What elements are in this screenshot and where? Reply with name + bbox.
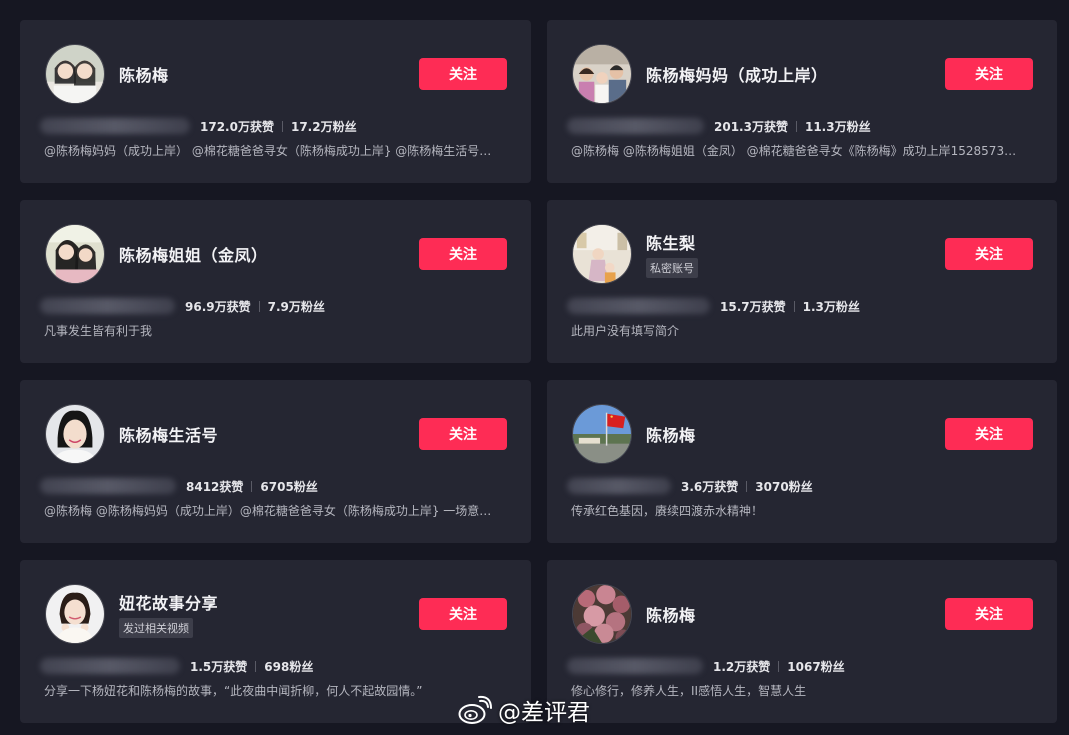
divider <box>258 300 260 312</box>
user-stats: 96.9万获赞 7.9万粉丝 <box>40 296 325 316</box>
follow-button[interactable]: 关注 <box>945 598 1033 630</box>
user-bio: 修心修行，修养人生，II感悟人生，智慧人生 <box>571 684 807 698</box>
user-bio: 分享一下杨妞花和陈杨梅的故事，“此夜曲中闻折柳，何人不起故园情。” <box>44 684 423 698</box>
user-stats: 201.3万获赞 11.3万粉丝 <box>567 116 871 136</box>
weibo-logo-icon <box>458 695 492 724</box>
blurred-user-id <box>40 298 175 314</box>
fans-count: 17.2万粉丝 <box>290 119 357 134</box>
follow-button[interactable]: 关注 <box>945 58 1033 90</box>
user-stats: 15.7万获赞 1.3万粉丝 <box>567 296 860 316</box>
user-card[interactable]: 陈杨梅生活号 关注 8412获赞 6705粉丝 @陈杨梅 @陈杨梅妈妈（成功上岸… <box>20 380 531 543</box>
user-name[interactable]: 陈杨梅 <box>646 422 696 446</box>
user-bio: 此用户没有填写简介 <box>571 324 680 338</box>
follow-button[interactable]: 关注 <box>419 598 507 630</box>
user-stats: 1.5万获赞 698粉丝 <box>40 656 313 676</box>
user-stats: 3.6万获赞 3070粉丝 <box>567 476 813 496</box>
user-card[interactable]: 陈杨梅姐姐（金凤） 关注 96.9万获赞 7.9万粉丝 凡事发生皆有利于我 <box>20 200 531 363</box>
likes-count: 201.3万获赞 <box>714 119 788 134</box>
divider <box>793 300 795 312</box>
avatar[interactable] <box>572 584 632 644</box>
divider <box>251 480 253 492</box>
avatar[interactable] <box>45 404 105 464</box>
user-bio: 凡事发生皆有利于我 <box>44 324 153 338</box>
blurred-user-id <box>40 478 176 494</box>
watermark-text: @差评君 <box>498 700 590 726</box>
likes-count: 8412获赞 <box>186 479 244 494</box>
fans-count: 698粉丝 <box>264 659 314 674</box>
avatar[interactable] <box>45 584 105 644</box>
follow-button[interactable]: 关注 <box>419 418 507 450</box>
divider <box>795 120 797 132</box>
fans-count: 6705粉丝 <box>260 479 318 494</box>
follow-button[interactable]: 关注 <box>945 418 1033 450</box>
user-card[interactable]: 妞花故事分享 发过相关视频 关注 1.5万获赞 698粉丝 分享一下杨妞花和陈杨… <box>20 560 531 723</box>
blurred-user-id <box>40 658 180 674</box>
name-block: 陈杨梅生活号 <box>119 380 218 490</box>
user-results-grid: 陈杨梅 关注 172.0万获赞 17.2万粉丝 @陈杨梅妈妈（成功上岸） @棉花… <box>20 20 1057 723</box>
user-card[interactable]: 陈杨梅 关注 1.2万获赞 1067粉丝 修心修行，修养人生，II感悟人生，智慧… <box>547 560 1057 723</box>
name-block: 陈生梨 私密账号 <box>646 200 698 310</box>
avatar[interactable] <box>45 224 105 284</box>
name-block: 陈杨梅妈妈（成功上岸） <box>646 20 828 130</box>
blurred-user-id <box>567 478 671 494</box>
divider <box>778 660 780 672</box>
weibo-watermark: @差评君 <box>458 693 590 727</box>
follow-button[interactable]: 关注 <box>945 238 1033 270</box>
avatar[interactable] <box>572 224 632 284</box>
user-name[interactable]: 陈生梨 <box>646 230 698 254</box>
name-block: 陈杨梅 <box>119 20 169 130</box>
user-name[interactable]: 陈杨梅生活号 <box>119 422 218 446</box>
name-block: 陈杨梅 <box>646 380 696 490</box>
name-block: 陈杨梅 <box>646 560 696 670</box>
likes-count: 1.5万获赞 <box>190 659 248 674</box>
avatar[interactable] <box>572 404 632 464</box>
user-card[interactable]: 陈杨梅 关注 3.6万获赞 3070粉丝 传承红色基因，赓续四渡赤水精神！ <box>547 380 1057 543</box>
name-block: 陈杨梅姐姐（金凤） <box>119 200 268 310</box>
user-stats: 8412获赞 6705粉丝 <box>40 476 318 496</box>
likes-count: 15.7万获赞 <box>720 299 786 314</box>
avatar[interactable] <box>45 44 105 104</box>
divider <box>255 660 257 672</box>
user-name[interactable]: 陈杨梅 <box>646 602 696 626</box>
fans-count: 3070粉丝 <box>755 479 813 494</box>
user-stats: 1.2万获赞 1067粉丝 <box>567 656 845 676</box>
user-bio: @陈杨梅妈妈（成功上岸） @棉花糖爸爸寻女（陈杨梅成功上岸} @陈杨梅生活号… <box>44 144 492 158</box>
follow-button[interactable]: 关注 <box>419 238 507 270</box>
user-bio: @陈杨梅 @陈杨梅妈妈（成功上岸）@棉花糖爸爸寻女（陈杨梅成功上岸} 一场意… <box>44 504 492 518</box>
user-name[interactable]: 妞花故事分享 <box>119 590 218 614</box>
user-name[interactable]: 陈杨梅 <box>119 62 169 86</box>
divider <box>746 480 748 492</box>
fans-count: 11.3万粉丝 <box>804 119 871 134</box>
blurred-user-id <box>567 298 710 314</box>
user-bio: 传承红色基因，赓续四渡赤水精神！ <box>571 504 764 518</box>
likes-count: 172.0万获赞 <box>200 119 274 134</box>
fans-count: 1.3万粉丝 <box>802 299 860 314</box>
blurred-user-id <box>567 658 703 674</box>
user-name[interactable]: 陈杨梅姐姐（金凤） <box>119 242 268 266</box>
user-name[interactable]: 陈杨梅妈妈（成功上岸） <box>646 62 828 86</box>
likes-count: 1.2万获赞 <box>713 659 771 674</box>
blurred-user-id <box>567 118 704 134</box>
fans-count: 7.9万粉丝 <box>267 299 325 314</box>
private-account-badge: 私密账号 <box>646 258 698 278</box>
user-bio: @陈杨梅 @陈杨梅姐姐（金凤） @棉花糖爸爸寻女《陈杨梅》成功上岸1528573… <box>571 144 1017 158</box>
avatar[interactable] <box>572 44 632 104</box>
name-block: 妞花故事分享 发过相关视频 <box>119 560 218 670</box>
user-card[interactable]: 陈生梨 私密账号 关注 15.7万获赞 1.3万粉丝 此用户没有填写简介 <box>547 200 1057 363</box>
user-card[interactable]: 陈杨梅 关注 172.0万获赞 17.2万粉丝 @陈杨梅妈妈（成功上岸） @棉花… <box>20 20 531 183</box>
fans-count: 1067粉丝 <box>787 659 845 674</box>
user-card[interactable]: 陈杨梅妈妈（成功上岸） 关注 201.3万获赞 11.3万粉丝 @陈杨梅 @陈杨… <box>547 20 1057 183</box>
related-video-badge: 发过相关视频 <box>119 618 193 638</box>
divider <box>281 120 283 132</box>
follow-button[interactable]: 关注 <box>419 58 507 90</box>
blurred-user-id <box>40 118 190 134</box>
likes-count: 3.6万获赞 <box>681 479 739 494</box>
likes-count: 96.9万获赞 <box>185 299 251 314</box>
user-stats: 172.0万获赞 17.2万粉丝 <box>40 116 357 136</box>
